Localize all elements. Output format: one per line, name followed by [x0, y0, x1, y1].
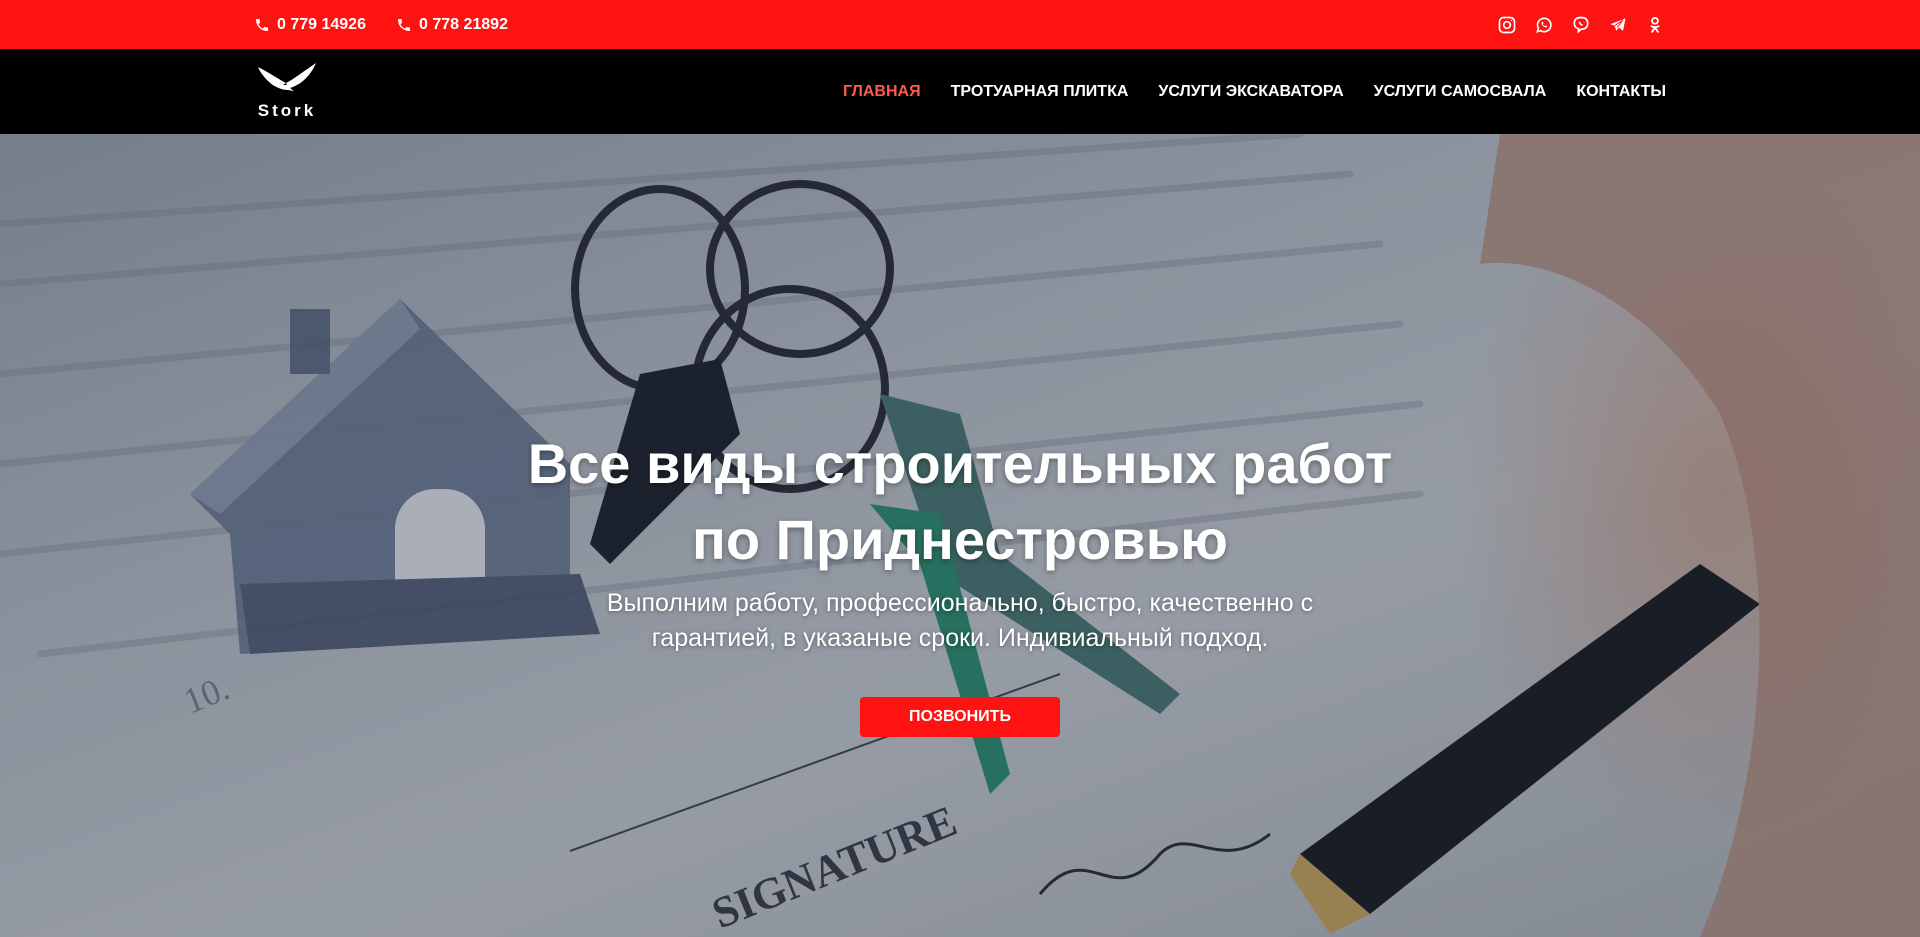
odnoklassniki-icon[interactable]	[1644, 14, 1666, 36]
nav-item-home[interactable]: ГЛАВНАЯ	[843, 83, 921, 101]
call-button[interactable]: ПОЗВОНИТЬ	[860, 697, 1060, 737]
hero-title-line-1: Все виды строительных работ	[527, 432, 1393, 495]
stork-bird-icon	[258, 63, 316, 91]
phone-link-2[interactable]: 0 778 21892	[396, 16, 508, 34]
hero-subtitle: Выполним работу, профессионально, быстро…	[520, 586, 1400, 656]
phone-icon	[256, 18, 268, 31]
nav-item-excavator-services[interactable]: УСЛУГИ ЭКСКАВАТОРА	[1158, 83, 1343, 101]
phone-number-1: 0 779 14926	[277, 15, 366, 33]
telegram-icon[interactable]	[1607, 14, 1629, 36]
whatsapp-icon[interactable]	[1533, 14, 1555, 36]
hero-title-line-2: по Приднестровью	[692, 508, 1228, 571]
phone-number-2: 0 778 21892	[418, 15, 508, 33]
top-contact-bar: 0 779 14926 0 778 21892	[0, 0, 1920, 49]
social-links	[1496, 0, 1666, 49]
nav-item-dump-truck-services[interactable]: УСЛУГИ САМОСВАЛА	[1374, 83, 1547, 101]
phone-list: 0 779 14926 0 778 21892	[254, 0, 508, 49]
nav-item-paving-tiles[interactable]: ТРОТУАРНАЯ ПЛИТКА	[951, 83, 1129, 101]
hero-subtitle-line-2: гарантией, в указаные сроки. Индивиальны…	[651, 624, 1269, 652]
phone-link-1[interactable]: 0 779 14926	[254, 16, 366, 34]
hero-subtitle-line-1: Выполним работу, профессионально, быстро…	[606, 589, 1314, 617]
logo[interactable]: Stork	[254, 61, 320, 123]
instagram-icon[interactable]	[1496, 14, 1518, 36]
phone-icon	[397, 18, 410, 31]
main-header: Stork ГЛАВНАЯ ТРОТУАРНАЯ ПЛИТКА УСЛУГИ Э…	[0, 49, 1920, 134]
logo-text: Stork	[257, 101, 317, 120]
hero-title: Все виды строительных работ по Приднестр…	[460, 426, 1460, 578]
nav-item-contacts[interactable]: КОНТАКТЫ	[1576, 83, 1666, 101]
hero-section: SIGNATURE 10. Все виды строительных рабо…	[0, 134, 1920, 937]
viber-icon[interactable]	[1570, 14, 1592, 36]
main-nav: ГЛАВНАЯ ТРОТУАРНАЯ ПЛИТКА УСЛУГИ ЭКСКАВА…	[843, 49, 1666, 134]
